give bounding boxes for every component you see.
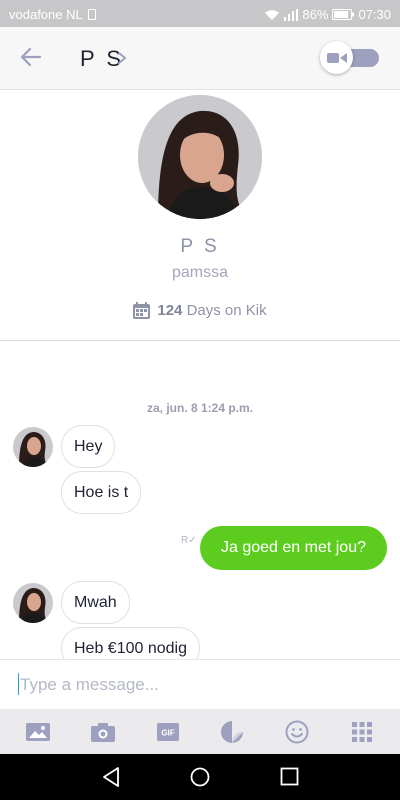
incoming-message[interactable]: Mwah (61, 581, 130, 624)
incoming-message[interactable]: Hoe is t (61, 471, 142, 514)
days-on-kik: 124 Days on Kik (0, 302, 400, 319)
video-camera-icon (326, 52, 347, 63)
grid-icon (351, 721, 372, 742)
carrier-label: vodafone NL (9, 7, 96, 22)
camera-icon (90, 722, 115, 742)
contact-avatar[interactable] (13, 583, 53, 623)
gif-label: GIF (161, 728, 174, 737)
calendar-icon (133, 302, 151, 319)
contact-avatar[interactable] (13, 427, 53, 467)
chevron-right-icon[interactable] (117, 51, 127, 65)
sim-icon (87, 9, 96, 20)
status-bar: vodafone NL 86% 07:30 (0, 0, 400, 27)
date-stamp: za, jun. 8 1:24 p.m. (146, 401, 254, 415)
emoji-button[interactable] (281, 716, 313, 748)
more-apps-button[interactable] (346, 716, 378, 748)
wifi-icon (265, 9, 280, 20)
profile-username: pamssa (171, 264, 229, 281)
camera-button[interactable] (87, 716, 119, 748)
smiley-icon (285, 720, 309, 743)
sticker-button[interactable] (216, 716, 248, 748)
gif-icon: GIF (156, 722, 179, 741)
toggle-knob (320, 41, 353, 74)
chat-header: P S (0, 27, 400, 90)
system-nav-bar (0, 754, 400, 800)
read-receipt-icon: R✓ (181, 535, 197, 546)
nav-home-icon[interactable] (189, 766, 211, 788)
nav-back-icon[interactable] (101, 766, 121, 788)
signal-icon (284, 8, 299, 21)
days-label: Days on Kik (186, 302, 267, 319)
profile-section: P S pamssa 124 Days on Kik (0, 90, 400, 341)
text-caret (18, 673, 19, 695)
outgoing-message[interactable]: Ja goed en met jou? (200, 526, 387, 570)
status-icons: 86% 07:30 (264, 7, 391, 22)
profile-display-name: P S (180, 236, 220, 257)
battery-icon (332, 9, 355, 20)
message-input[interactable] (20, 670, 380, 700)
profile-avatar[interactable] (138, 95, 262, 219)
image-icon (26, 722, 51, 741)
back-arrow-icon[interactable] (18, 44, 44, 70)
battery-percent: 86% (302, 7, 329, 22)
gallery-button[interactable] (22, 716, 54, 748)
days-count: 124 (157, 302, 183, 319)
video-chat-toggle[interactable] (320, 41, 381, 74)
message-composer (0, 659, 400, 709)
sticker-icon (221, 720, 244, 743)
incoming-message[interactable]: Hey (61, 425, 116, 468)
nav-recents-icon[interactable] (280, 767, 299, 786)
gif-button[interactable]: GIF (152, 716, 184, 748)
clock: 07:30 (358, 7, 391, 22)
attachment-toolbar: GIF (0, 709, 400, 754)
